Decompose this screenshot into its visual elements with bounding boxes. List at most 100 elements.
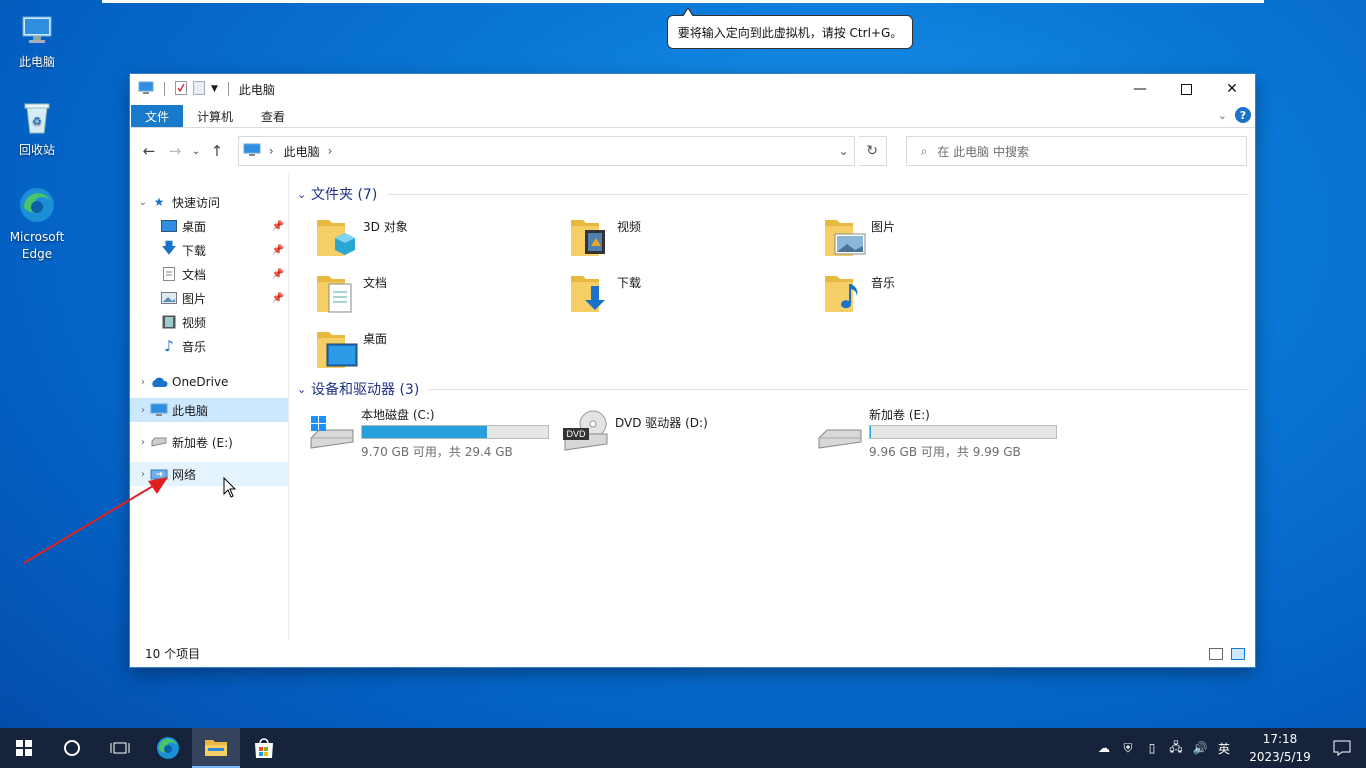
- folder-videos[interactable]: 视频: [569, 214, 809, 264]
- folder-icon: [205, 740, 227, 756]
- drives-group-header[interactable]: ⌄ 设备和驱动器 (3): [297, 379, 1249, 399]
- pin-icon[interactable]: 📌: [272, 293, 284, 304]
- collapse-chevron-icon[interactable]: ⌄: [297, 188, 311, 201]
- cloud-icon: [150, 374, 168, 390]
- ime-indicator[interactable]: 英: [1212, 740, 1236, 757]
- video-folder-icon: [569, 214, 613, 260]
- folder-label: 音乐: [871, 276, 896, 290]
- quick-access-dropdown-icon[interactable]: ▼: [211, 84, 218, 94]
- clock[interactable]: 17:18 2023/5/19: [1242, 730, 1318, 766]
- content-pane: ⌄ 文件夹 (7) 3D 对象 视频 图片 文档 下载 音乐 桌面 ⌄ 设备和驱…: [289, 174, 1255, 640]
- breadcrumb-this-pc[interactable]: 此电脑: [284, 143, 320, 160]
- nav-label: 视频: [182, 315, 207, 330]
- back-button[interactable]: ←: [138, 142, 160, 160]
- folder-3d-objects[interactable]: 3D 对象: [315, 214, 555, 264]
- nav-label: 图片: [182, 291, 207, 306]
- nav-item-pictures[interactable]: 图片 📌: [130, 286, 288, 310]
- nav-item-desktop[interactable]: 桌面 📌: [130, 214, 288, 238]
- document-icon: [160, 266, 178, 282]
- taskbar-store[interactable]: [240, 728, 288, 768]
- desktop-icon-label: 回收站: [18, 143, 55, 157]
- folder-label: 桌面: [363, 332, 388, 346]
- nav-this-pc[interactable]: › 此电脑: [130, 398, 288, 422]
- folder-documents[interactable]: 文档: [315, 270, 555, 320]
- desktop-icon-recycle-bin[interactable]: ♻ 回收站: [0, 98, 74, 159]
- desktop-icon-this-pc[interactable]: 此电脑: [0, 10, 74, 71]
- network-icon[interactable]: 🖧: [1164, 738, 1188, 759]
- start-button[interactable]: [0, 728, 48, 768]
- collapse-chevron-icon[interactable]: ⌄: [136, 197, 150, 208]
- window-title: 此电脑: [238, 82, 275, 97]
- drive-label: 新加卷 (E:): [869, 408, 930, 422]
- windows-drive-icon: [309, 416, 355, 456]
- breadcrumb-chevron-icon[interactable]: ›: [328, 144, 333, 158]
- nav-item-music[interactable]: ♪ 音乐: [130, 334, 288, 358]
- pin-icon[interactable]: 📌: [272, 245, 284, 256]
- vm-input-tooltip: 要将输入定向到此虚拟机，请按 Ctrl+G。: [667, 7, 913, 49]
- taskbar-file-explorer[interactable]: [192, 728, 240, 768]
- search-input[interactable]: ⌕ 在 此电脑 中搜索: [905, 136, 1247, 166]
- collapse-chevron-icon[interactable]: ⌄: [297, 383, 311, 396]
- taskbar-edge[interactable]: [144, 728, 192, 768]
- drive-d-dvd[interactable]: DVD DVD 驱动器 (D:): [563, 406, 813, 462]
- search-button[interactable]: [48, 728, 96, 768]
- cloud-offline-icon[interactable]: ☁: [1092, 741, 1116, 755]
- new-folder-icon[interactable]: [193, 80, 205, 98]
- recent-locations-icon[interactable]: ⌄: [190, 146, 202, 157]
- folder-downloads[interactable]: 下载: [569, 270, 809, 320]
- desktop-icon-edge[interactable]: Microsoft Edge: [0, 185, 74, 263]
- refresh-button[interactable]: ↻: [858, 136, 887, 166]
- nav-quick-access[interactable]: ⌄ ★ 快速访问: [130, 190, 288, 214]
- nav-new-volume[interactable]: › 新加卷 (E:): [130, 426, 288, 458]
- folder-desktop[interactable]: 桌面: [315, 326, 555, 376]
- nav-label: 新加卷 (E:): [172, 435, 233, 450]
- nav-network[interactable]: › 网络: [130, 462, 288, 486]
- tab-view[interactable]: 查看: [247, 105, 299, 127]
- picture-icon: [160, 290, 178, 306]
- nav-item-videos[interactable]: 视频: [130, 310, 288, 334]
- pin-icon[interactable]: 📌: [272, 269, 284, 280]
- usb-device-icon[interactable]: ▯: [1140, 741, 1164, 755]
- forward-button[interactable]: →: [164, 142, 186, 160]
- security-shield-icon[interactable]: ⛨: [1116, 741, 1140, 756]
- volume-icon[interactable]: 🔊: [1188, 741, 1212, 755]
- expand-chevron-icon[interactable]: ›: [136, 437, 150, 448]
- maximize-button[interactable]: [1163, 74, 1209, 104]
- music-folder-icon: [823, 270, 867, 316]
- folder-music[interactable]: 音乐: [823, 270, 1063, 320]
- breadcrumb-chevron-icon[interactable]: ›: [269, 144, 274, 158]
- expand-chevron-icon[interactable]: ›: [136, 469, 150, 480]
- minimize-button[interactable]: —: [1117, 74, 1163, 104]
- folders-group-header[interactable]: ⌄ 文件夹 (7): [297, 184, 1249, 204]
- drive-label: DVD 驱动器 (D:): [615, 416, 708, 430]
- address-dropdown-icon[interactable]: ⌄: [834, 144, 854, 158]
- expand-chevron-icon[interactable]: ›: [136, 377, 150, 388]
- folder-pictures[interactable]: 图片: [823, 214, 1063, 264]
- notification-button[interactable]: [1318, 740, 1366, 756]
- help-icon[interactable]: ?: [1235, 107, 1251, 123]
- desktop-icon: [160, 218, 178, 234]
- details-view-icon[interactable]: [1209, 647, 1223, 660]
- expand-chevron-icon[interactable]: ›: [136, 405, 150, 416]
- group-title: 设备和驱动器 (3): [311, 382, 420, 398]
- drive-e[interactable]: 新加卷 (E:) 9.96 GB 可用，共 9.99 GB: [817, 406, 1067, 462]
- desktop-icon-label: Microsoft Edge: [9, 230, 65, 261]
- nav-label: 音乐: [182, 339, 207, 354]
- nav-onedrive[interactable]: › OneDrive: [130, 366, 288, 398]
- address-bar[interactable]: › 此电脑 › ⌄: [237, 136, 855, 166]
- tab-file[interactable]: 文件: [131, 105, 184, 127]
- file-explorer-window: ▼ 此电脑 — ✕ 文件 计算机 查看 ⌄ ? ← → ⌄ ↑ › 此电脑 › …: [130, 74, 1255, 667]
- notification-icon: [1333, 740, 1351, 756]
- pin-icon[interactable]: 📌: [272, 221, 284, 232]
- tab-computer[interactable]: 计算机: [183, 105, 247, 127]
- task-view-button[interactable]: [96, 728, 144, 768]
- close-button[interactable]: ✕: [1209, 74, 1255, 104]
- large-icons-view-icon[interactable]: [1231, 647, 1245, 660]
- properties-icon[interactable]: [175, 80, 187, 98]
- drive-c[interactable]: 本地磁盘 (C:) 9.70 GB 可用，共 29.4 GB: [309, 406, 559, 462]
- expand-ribbon-icon[interactable]: ⌄: [1218, 109, 1227, 122]
- drive-label: 本地磁盘 (C:): [361, 408, 435, 422]
- nav-item-documents[interactable]: 文档 📌: [130, 262, 288, 286]
- up-button[interactable]: ↑: [206, 142, 228, 160]
- nav-item-downloads[interactable]: 🡇 下载 📌: [130, 238, 288, 262]
